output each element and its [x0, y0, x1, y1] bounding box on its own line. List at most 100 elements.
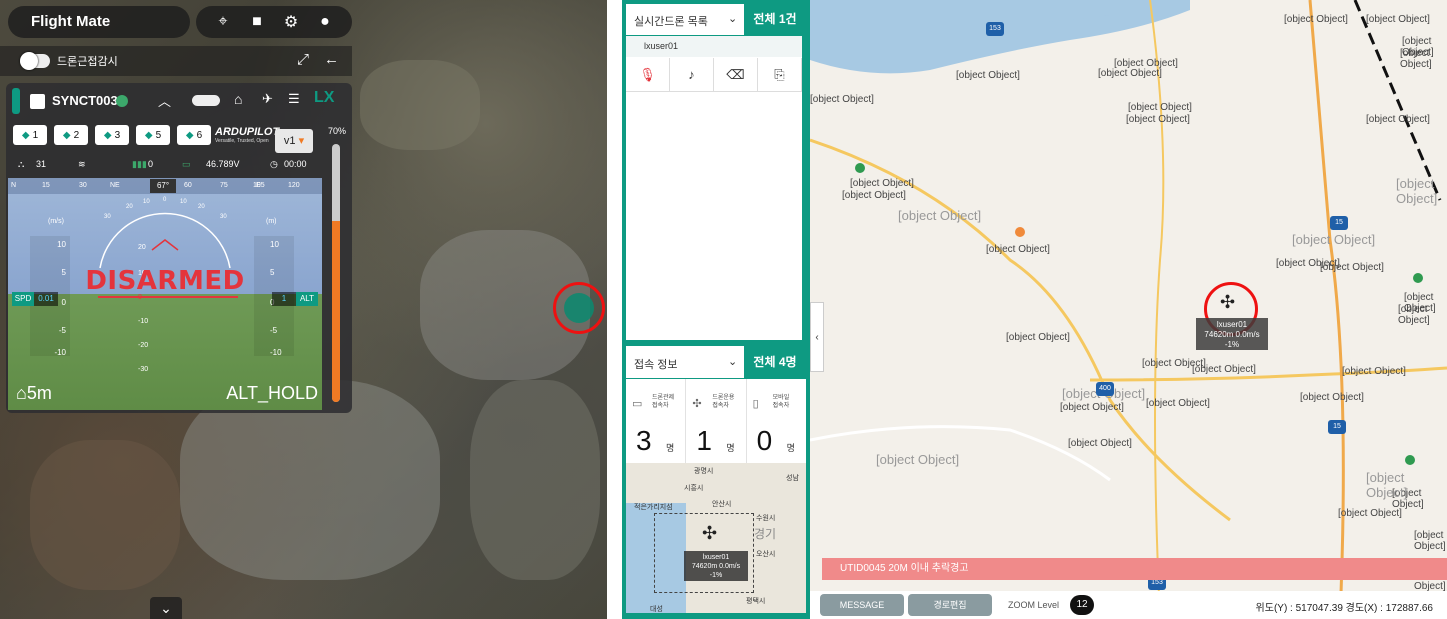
microphone-icon[interactable]: 🎙	[626, 58, 670, 92]
land-icon[interactable]: ✈	[262, 91, 273, 107]
speed-tick: 10	[57, 240, 66, 249]
route-edit-button[interactable]: 경로편집	[908, 594, 992, 616]
crash-warning-alert: UTID0045 20M 이내 추락경고	[822, 558, 1447, 580]
map-label: [object Object]	[1398, 304, 1430, 326]
list-item[interactable]: lxuser01	[626, 36, 802, 57]
map-label: [object Object]	[1320, 262, 1384, 273]
map-label: [object Object]	[956, 70, 1020, 81]
mobile-users-cell: ▯ 모바일 접속자 0 명	[747, 379, 806, 463]
tag-line: -1%	[709, 572, 723, 579]
compass-label: NE	[110, 182, 120, 189]
throttle-fill	[332, 221, 340, 402]
waypoint-6-button[interactable]: ◆ 6	[177, 125, 211, 145]
pitch-tick: -10	[138, 318, 149, 325]
map-label: [object Object]	[1128, 102, 1192, 113]
route-marker: 15	[1328, 420, 1346, 434]
pin-icon: ◆	[103, 129, 112, 141]
app-root: Flight Mate ⌖ ■ ⚙ ● 드론근접감시 ⤢ ← SYNCT003 …	[0, 0, 1447, 619]
proximity-toggle[interactable]	[20, 52, 50, 70]
map-label: [object Object]	[1414, 530, 1446, 552]
home-distance: ⌂5m	[16, 383, 52, 403]
map-label: [object Object]	[1060, 402, 1124, 413]
message-button[interactable]: MESSAGE	[820, 594, 904, 616]
satellite-view[interactable]: Flight Mate ⌖ ■ ⚙ ● 드론근접감시 ⤢ ← SYNCT003 …	[0, 0, 607, 619]
drone-name: SYNCT003	[52, 93, 118, 108]
realtime-list-header: 실시간드론 목록 ⌄ 전체 1건	[626, 4, 806, 35]
count-unit: 명	[666, 443, 675, 453]
waypoint-2-button[interactable]: ◆ 2	[54, 125, 88, 145]
attitude-indicator: N 15 30 NE 60 75 E 105 120 67° 30 20 10 …	[8, 178, 322, 410]
drone-panel-header: SYNCT003 ︿ ⌂ ✈ ☰ LX	[6, 83, 352, 119]
compass-label: N	[11, 182, 17, 189]
roll-tick: 10	[180, 199, 187, 205]
waypoint-1-button[interactable]: ◆ 1	[13, 125, 47, 145]
map-label: [object Object]	[1366, 470, 1408, 500]
control-users-count: 3	[636, 425, 652, 456]
tag-line: 74620m 0.0m/s	[691, 563, 741, 570]
control-users-cell: ▭ 드론관제 접속자 3 명	[626, 379, 687, 463]
compass-label: 60	[184, 182, 192, 189]
gear-icon[interactable]: ⚙	[281, 12, 301, 32]
tag-line: 74620m 0.0m/s	[1204, 330, 1260, 339]
map-label: [object Object]	[1284, 14, 1348, 25]
top-toolbar: Flight Mate ⌖ ■ ⚙ ●	[0, 0, 607, 44]
horizon-line	[98, 296, 238, 298]
drone-tag: lxuser01 74620m 0.0m/s -1%	[684, 551, 748, 581]
drone-toggle[interactable]	[192, 95, 220, 106]
chevron-down-icon[interactable]: ⌄	[728, 12, 737, 25]
drone-select-checkbox[interactable]	[30, 94, 45, 109]
map-label: [object Object]	[1146, 398, 1210, 409]
realtime-list-total: 전체 1건	[744, 4, 806, 35]
side-panel: 실시간드론 목록 ⌄ 전체 1건 lxuser01 🎙 ♪ ⌫ ⎘ 접속 정보 …	[622, 0, 810, 619]
back-arrow-icon[interactable]: ←	[324, 51, 339, 68]
roll-tick: 20	[126, 204, 133, 210]
user-icon[interactable]: ●	[315, 13, 335, 31]
expand-icon[interactable]: ⤢	[297, 51, 309, 68]
satellite-count: 31	[36, 159, 47, 169]
map-label: [object Object]	[1006, 332, 1070, 343]
count-unit: 명	[726, 443, 735, 453]
pitch-tick: -20	[138, 342, 149, 349]
roll-tick: 0	[163, 197, 167, 203]
eraser-icon[interactable]: ⌫	[714, 58, 758, 92]
speed-unit: (m/s)	[48, 218, 64, 225]
route-marker: 15	[1330, 216, 1348, 230]
tag-line: lxuser01	[702, 554, 730, 561]
drone-icon: ✣	[1220, 292, 1236, 312]
throttle-percent: 70%	[328, 126, 347, 136]
mini-map[interactable]: 광명시 시흥시 안산시 수원시 경기 오산시 평택시 성남 적은가리지섬 대성 …	[626, 463, 806, 613]
tag-line: lxuser01	[1216, 320, 1248, 329]
version-select[interactable]: v1 ▾	[275, 129, 313, 153]
home-icon[interactable]: ⌂	[234, 91, 242, 107]
collapse-panel-handle[interactable]: ‹	[810, 302, 824, 372]
map-label: 경기	[754, 527, 777, 541]
map-label: [object Object]	[1068, 438, 1132, 449]
connected-status-icon	[116, 95, 128, 107]
expand-down-chevron-icon[interactable]: ⌄	[150, 597, 182, 619]
drone-color-indicator	[12, 88, 20, 114]
map-label: 성남	[786, 475, 799, 482]
map-label: [object Object]	[1098, 68, 1162, 79]
voice-icon[interactable]: ♪	[670, 58, 714, 92]
map-geometry	[810, 0, 1447, 619]
waypoint-3-button[interactable]: ◆ 3	[95, 125, 129, 145]
waypoint-5-button[interactable]: ◆ 5	[136, 125, 170, 145]
map-label: 안산시	[712, 501, 732, 508]
map-label: 평택시	[746, 598, 766, 605]
main-map[interactable]: [object Object] [object Object] [object …	[810, 0, 1447, 619]
pitch-tick: 20	[138, 244, 146, 251]
export-icon[interactable]: ⎘	[758, 58, 802, 92]
map-label: [object Object]	[1366, 114, 1430, 125]
signal-icon: ▮▮▮	[132, 159, 147, 169]
drone-target-marker[interactable]	[553, 282, 605, 334]
connection-header: 접속 정보 ⌄ 전체 4명	[626, 346, 806, 378]
mobile-icon: ▯	[752, 398, 759, 410]
arm-status: DISARMED	[85, 266, 245, 296]
checklist-icon[interactable]: ☰	[288, 91, 300, 107]
camera-icon[interactable]: ■	[247, 13, 267, 31]
alt-unit: (m)	[266, 218, 277, 225]
compass-label: 15	[42, 182, 50, 189]
chevron-down-icon[interactable]: ⌄	[728, 355, 737, 368]
collapse-chevron-icon[interactable]: ︿	[158, 91, 171, 110]
crosshair-icon[interactable]: ⌖	[213, 13, 233, 31]
